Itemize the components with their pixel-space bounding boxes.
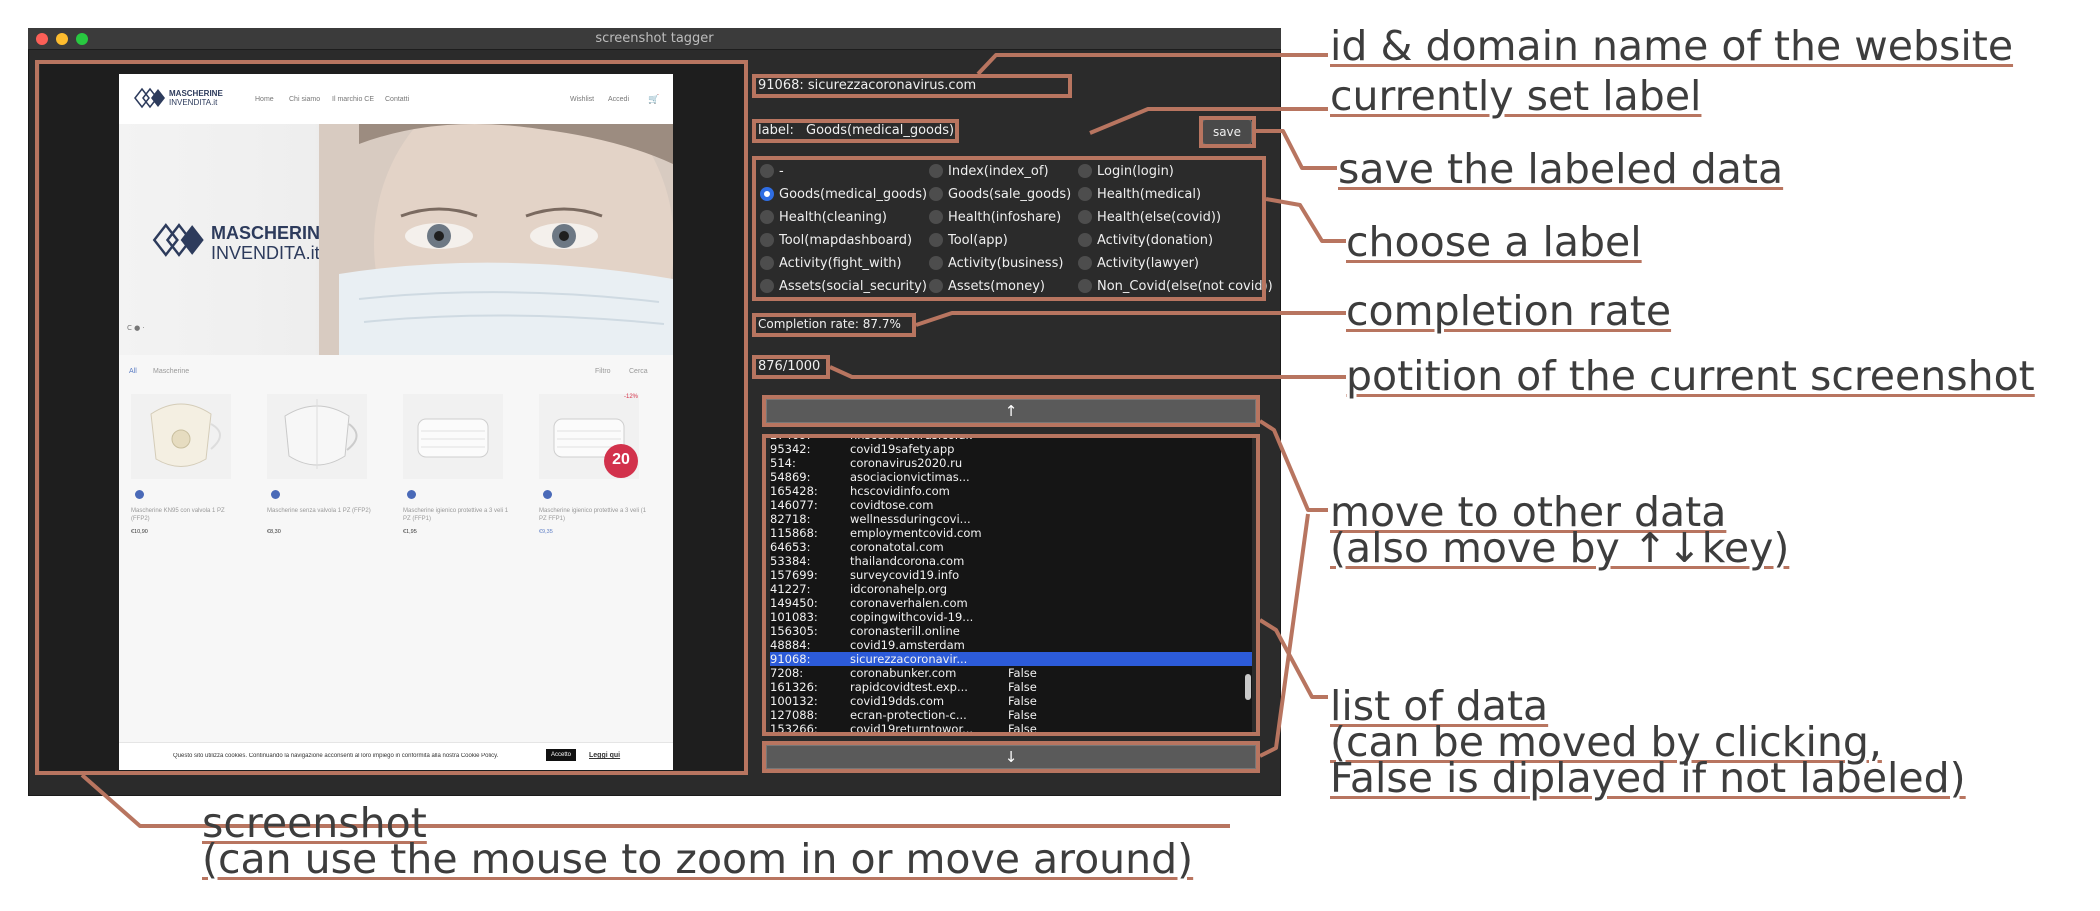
annotation-position: potition of the current screenshot [1346, 352, 2035, 400]
annotation-current-label: currently set label [1330, 72, 1702, 120]
annotation-id-domain: id & domain name of the website [1330, 22, 2014, 70]
annotation-list-3: False is diplayed if not labeled) [1330, 754, 1966, 802]
annotation-completion: completion rate [1346, 287, 1672, 335]
annotation-move-2: (also move by ↑↓key) [1330, 524, 1790, 572]
annotation-choose: choose a label [1346, 218, 1642, 266]
annotation-screenshot-2: (can use the mouse to zoom in or move ar… [202, 835, 1194, 883]
annotation-save: save the labeled data [1338, 145, 1784, 193]
